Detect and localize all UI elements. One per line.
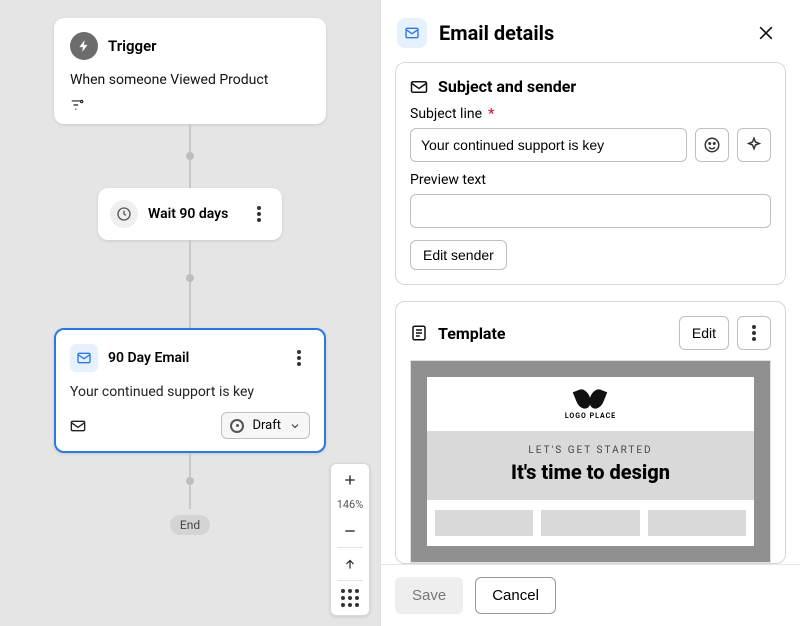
mail-outline-icon [410,79,428,95]
subject-sender-card: Subject and sender Subject line* Preview… [395,62,786,285]
email-menu-button[interactable] [288,347,310,369]
close-button[interactable] [752,19,780,47]
template-block [541,510,639,536]
zoom-out-button[interactable] [331,515,369,547]
logo-placeholder: LOGO PLACE [565,389,616,420]
trigger-node[interactable]: Trigger When someone Viewed Product [54,18,326,124]
email-node-name: 90 Day Email [108,350,278,366]
template-kicker: LET'S GET STARTED [427,445,754,456]
status-label: Draft [252,418,281,433]
email-node-selected[interactable]: 90 Day Email Your continued support is k… [54,328,326,453]
template-block [435,510,533,536]
wait-menu-button[interactable] [248,203,270,225]
drag-grid-icon[interactable] [341,581,359,615]
emoji-button[interactable] [695,128,729,162]
mail-icon [70,344,98,372]
preview-text-label: Preview text [410,172,771,188]
edit-sender-button[interactable]: Edit sender [410,240,507,270]
subject-line-label: Subject line* [410,106,771,122]
status-dropdown[interactable]: Draft [221,412,310,439]
clock-icon [110,200,138,228]
save-button[interactable]: Save [395,577,463,614]
wait-node[interactable]: Wait 90 days [98,188,282,240]
trigger-body: When someone Viewed Product [70,72,310,88]
template-icon [410,324,428,342]
email-node-subject: Your continued support is key [70,384,310,400]
flow-canvas[interactable]: Trigger When someone Viewed Product Wait… [0,0,380,626]
panel-footer: Save Cancel [381,564,800,626]
trigger-title: Trigger [108,37,157,55]
draft-status-icon [230,419,244,433]
zoom-in-button[interactable] [331,464,369,496]
mail-icon [397,18,427,48]
connector-dot [186,477,194,485]
end-node: End [170,515,210,535]
template-menu-button[interactable] [737,316,771,350]
mail-outline-icon [70,419,86,433]
template-card: Template Edit LOGO PLACE [395,301,786,564]
details-panel: Email details Subject and sender Subject… [380,0,800,626]
subject-sender-heading: Subject and sender [438,77,576,96]
preview-text-input[interactable] [410,194,771,228]
filter-icon [70,98,310,112]
template-block [648,510,746,536]
connector-dot [186,152,194,160]
cancel-button[interactable]: Cancel [475,577,556,614]
wait-label: Wait 90 days [148,206,238,222]
reset-view-button[interactable] [331,548,369,580]
template-heading: Template [438,324,506,343]
ai-sparkle-button[interactable] [737,128,771,162]
zoom-controls: 146% [330,463,370,616]
connector-dot [186,274,194,282]
zoom-level: 146% [337,496,364,515]
subject-line-input[interactable] [410,128,687,162]
bolt-icon [70,32,98,60]
chevron-down-icon [289,420,301,432]
edit-template-button[interactable]: Edit [679,316,729,350]
template-preview[interactable]: LOGO PLACE LET'S GET STARTED It's time t… [410,360,771,563]
template-headline: It's time to design [427,460,754,484]
panel-title: Email details [439,21,740,45]
